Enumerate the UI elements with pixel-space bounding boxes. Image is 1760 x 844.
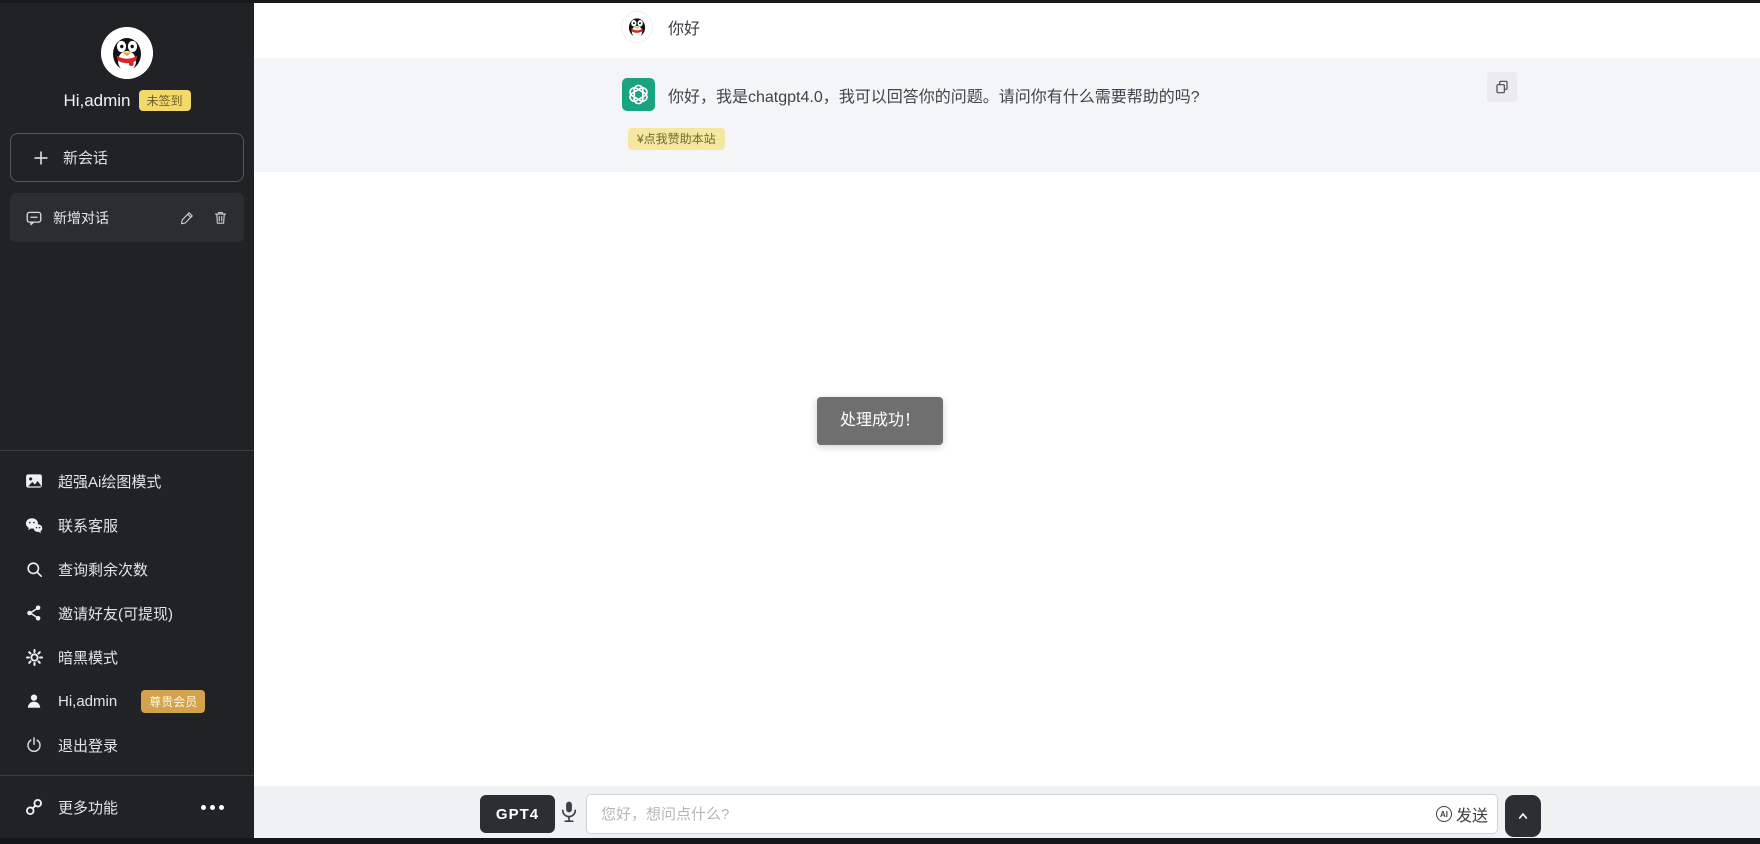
- send-button-label: 发送: [1456, 802, 1488, 826]
- new-chat-label: 新会话: [63, 147, 108, 168]
- vip-member-badge: 尊贵会员: [141, 690, 205, 713]
- user-icon: [24, 691, 44, 711]
- plus-icon: [31, 148, 51, 168]
- chevron-up-icon: [1515, 808, 1531, 824]
- chat-bubble-icon: [24, 208, 44, 228]
- sidebar-item-invite-friends[interactable]: 邀请好友(可提现): [0, 591, 254, 635]
- sidebar-item-label: 查询剩余次数: [58, 559, 148, 580]
- qq-penguin-icon: [101, 27, 153, 79]
- profile-section: Hi,admin 未签到: [0, 27, 254, 111]
- profile-username: Hi,admin: [63, 91, 130, 111]
- user-message-text: 你好: [668, 19, 700, 41]
- conversation-list-item[interactable]: 新增对话: [10, 193, 244, 242]
- more-features-label: 更多功能: [58, 797, 118, 818]
- message-input[interactable]: [586, 794, 1498, 834]
- wechat-icon: [24, 515, 44, 535]
- qq-penguin-avatar[interactable]: [101, 27, 153, 79]
- sponsor-link-badge[interactable]: ¥点我赞助本站: [628, 128, 725, 150]
- chat-area: 你好 你好，我是chatgpt4.0，我可以回答你的问题。请问你有什么需要帮助的…: [254, 0, 1760, 844]
- sidebar-item-dark-mode[interactable]: 暗黑模式: [0, 635, 254, 679]
- sidebar-menu: 超强Ai绘图模式 联系客服 查询剩余次数 邀请好友(可提现) 暗黑模式: [0, 450, 254, 767]
- sidebar-item-label: 暗黑模式: [58, 647, 118, 668]
- microphone-button[interactable]: [555, 797, 583, 827]
- model-selector-button[interactable]: GPT4: [480, 795, 555, 833]
- composer-bar: GPT4 AI 发送: [254, 786, 1760, 838]
- sidebar-item-label: 超强Ai绘图模式: [58, 471, 161, 492]
- copy-message-button[interactable]: [1487, 72, 1517, 102]
- trash-icon[interactable]: [210, 208, 230, 228]
- gear-icon: [24, 647, 44, 667]
- sidebar-item-contact-support[interactable]: 联系客服: [0, 503, 254, 547]
- user-avatar: [622, 12, 652, 42]
- assistant-message-row: 你好，我是chatgpt4.0，我可以回答你的问题。请问你有什么需要帮助的吗? …: [254, 58, 1760, 172]
- sidebar-item-account[interactable]: Hi,admin 尊贵会员: [0, 679, 254, 723]
- scroll-to-top-button[interactable]: [1505, 795, 1541, 837]
- window-top-edge: [0, 0, 1760, 3]
- sidebar-item-label: 联系客服: [58, 515, 118, 536]
- more-features-section[interactable]: 更多功能: [0, 775, 254, 838]
- power-icon: [24, 735, 44, 755]
- user-message-row: 你好: [254, 3, 1760, 58]
- ai-circle-icon: AI: [1436, 806, 1452, 822]
- conversation-title: 新增对话: [53, 208, 168, 228]
- ellipsis-icon[interactable]: [201, 805, 224, 810]
- new-chat-button[interactable]: 新会话: [10, 133, 244, 182]
- sidebar-item-label: Hi,admin: [58, 693, 117, 710]
- sidebar-item-ai-drawing[interactable]: 超强Ai绘图模式: [0, 459, 254, 503]
- microphone-icon: [559, 799, 579, 825]
- message-input-wrap: AI 发送: [586, 794, 1498, 834]
- copy-icon: [1494, 79, 1510, 95]
- signin-status-badge[interactable]: 未签到: [139, 90, 191, 111]
- sidebar: Hi,admin 未签到 新会话 新增对话: [0, 0, 254, 844]
- toast-message: 处理成功！: [817, 397, 943, 445]
- edit-icon[interactable]: [177, 208, 197, 228]
- assistant-message-text: 你好，我是chatgpt4.0，我可以回答你的问题。请问你有什么需要帮助的吗?: [668, 86, 1200, 110]
- share-icon: [24, 603, 44, 623]
- image-icon: [24, 471, 44, 491]
- sidebar-item-check-remaining[interactable]: 查询剩余次数: [0, 547, 254, 591]
- send-button[interactable]: AI 发送: [1436, 800, 1488, 828]
- sidebar-item-label: 退出登录: [58, 735, 118, 756]
- window-bottom-edge: [0, 838, 1760, 844]
- sidebar-item-label: 邀请好友(可提现): [58, 603, 173, 624]
- link-icon: [24, 797, 44, 817]
- search-icon: [24, 559, 44, 579]
- chatgpt-logo-icon: [622, 78, 655, 111]
- sidebar-item-logout[interactable]: 退出登录: [0, 723, 254, 767]
